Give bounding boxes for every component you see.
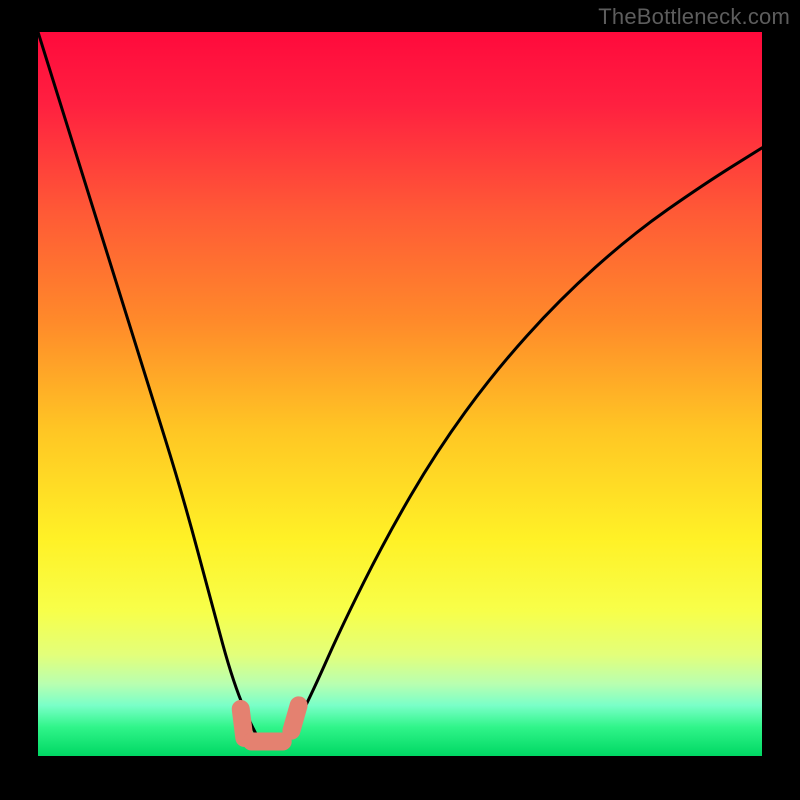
marker-segment	[241, 709, 245, 738]
bottleneck-chart	[38, 32, 762, 756]
chart-background-gradient	[38, 32, 762, 756]
marker-segment	[291, 705, 298, 730]
watermark-text: TheBottleneck.com	[598, 4, 790, 30]
chart-frame: TheBottleneck.com	[0, 0, 800, 800]
